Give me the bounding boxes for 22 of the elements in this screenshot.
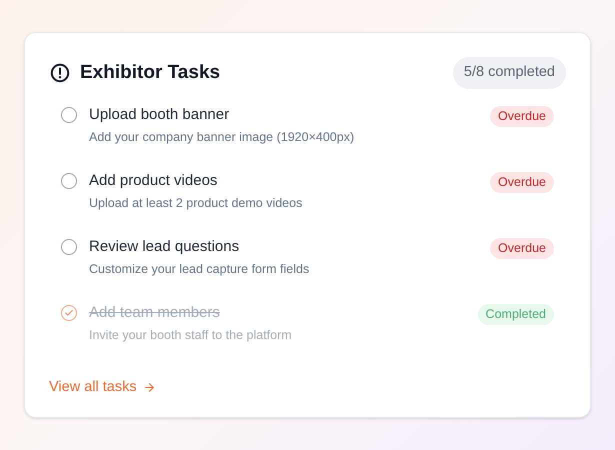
status-badge: Overdue <box>490 106 554 126</box>
arrow-right-icon <box>142 381 156 394</box>
task-description: Add your company banner image (1920×400px) <box>89 128 356 146</box>
status-badge: Completed <box>478 304 554 324</box>
task-checkbox[interactable] <box>61 304 77 321</box>
card-title: Exhibitor Tasks <box>80 60 220 85</box>
task-checkbox[interactable] <box>61 172 77 189</box>
task-title: Add product videos <box>89 170 218 191</box>
task-description: Customize your lead capture form fields <box>89 260 310 278</box>
task-description: Upload at least 2 product demo videos <box>89 194 304 212</box>
alert-icon <box>50 62 70 83</box>
task-description: Invite your booth staff to the platform <box>89 326 293 344</box>
view-all-link[interactable]: View all tasks <box>49 376 156 398</box>
task-title: Review lead questions <box>89 236 240 257</box>
task-title: Upload booth banner <box>89 104 230 125</box>
task-checkbox[interactable] <box>61 238 77 255</box>
task-title: Add team members <box>89 302 221 323</box>
status-badge: Overdue <box>490 238 554 258</box>
progress-badge: 5/8 completed <box>452 57 566 89</box>
task-checkbox[interactable] <box>61 106 77 123</box>
status-badge: Overdue <box>490 172 554 192</box>
check-icon <box>64 308 74 318</box>
